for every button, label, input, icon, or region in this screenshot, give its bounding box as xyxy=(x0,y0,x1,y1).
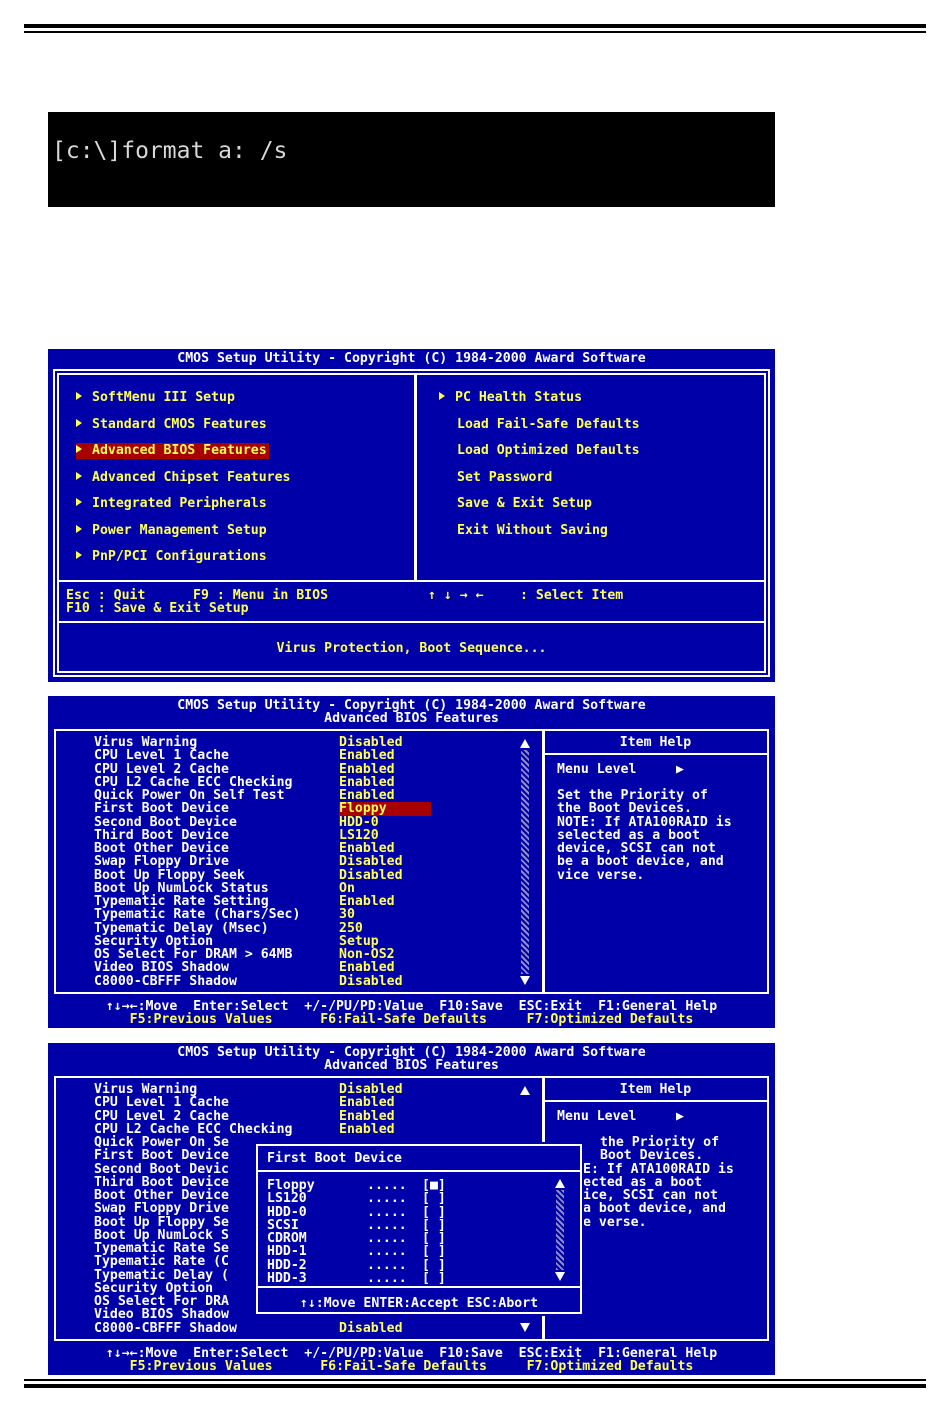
triangle-right-icon xyxy=(76,551,82,559)
menu-item-label: Advanced BIOS Features xyxy=(92,443,267,458)
menu-item-label: Load Fail-Safe Defaults xyxy=(457,416,640,432)
main-divider xyxy=(414,373,417,580)
setting-value[interactable]: Disabled xyxy=(339,974,403,989)
menu-item-integrated-peripherals[interactable]: Integrated Peripherals xyxy=(76,496,269,512)
first-boot-device-popup: First Boot Device Floppy..... [■] LS120...… xyxy=(256,1144,582,1314)
adv2-footer-2: F5:Previous Values F6:Fail-Safe Defaults… xyxy=(129,1359,694,1374)
main-hsep-1 xyxy=(57,580,766,582)
menu-item-softmenu-iii-setup[interactable]: SoftMenu III Setup xyxy=(76,390,237,406)
menu-item-advanced-chipset-features[interactable]: Advanced Chipset Features xyxy=(76,470,293,486)
triangle-right-icon xyxy=(76,392,82,400)
menu-description: Virus Protection, Boot Sequence... xyxy=(276,641,547,656)
adv2-subtitle: Advanced BIOS Features xyxy=(324,1058,499,1073)
popup-title-sep xyxy=(258,1170,580,1172)
adv-subtitle: Advanced BIOS Features xyxy=(324,711,499,726)
menu-item-label: Exit Without Saving xyxy=(457,522,608,538)
format-command: [c:\]format a: /s xyxy=(52,138,288,164)
menu-item-pc-health-status[interactable]: PC Health Status xyxy=(439,390,582,406)
scrollbar-track[interactable] xyxy=(521,750,529,974)
triangle-right-icon xyxy=(76,445,82,453)
menu-item-save-exit-setup[interactable]: Save & Exit Setup xyxy=(457,496,592,512)
scroll-down-arrow-icon[interactable] xyxy=(520,1323,530,1332)
menu-item-label: Integrated Peripherals xyxy=(92,496,267,511)
popup-scroll-down-arrow-icon[interactable] xyxy=(555,1272,565,1281)
menu-item-label: SoftMenu III Setup xyxy=(92,390,235,405)
bios-advanced-features: CMOS Setup Utility - Copyright (C) 1984-… xyxy=(48,696,775,1028)
scroll-up-arrow-icon[interactable] xyxy=(520,739,530,748)
item-help-title: Item Help xyxy=(619,1082,692,1097)
popup-scrollbar-track[interactable] xyxy=(556,1190,564,1270)
menu-level-arrow-icon: ▶ xyxy=(676,1109,684,1124)
dos-terminal: [c:\]format a: /s xyxy=(48,112,775,207)
keys-arrows: ↑ ↓ → ← xyxy=(428,588,484,603)
keys-line-1-right: : Select Item xyxy=(520,588,624,603)
top-rule-thick xyxy=(24,24,926,28)
menu-level-label: Menu Level xyxy=(557,1109,637,1124)
item-help-title: Item Help xyxy=(619,735,692,750)
bottom-rule-thin xyxy=(24,1379,926,1381)
setting-name: C8000-CBFFF Shadow xyxy=(94,973,237,989)
menu-item-power-management-setup[interactable]: Power Management Setup xyxy=(76,523,269,539)
menu-item-label: Set Password xyxy=(457,469,553,485)
scroll-down-arrow-icon[interactable] xyxy=(520,976,530,985)
adv2-help-sep xyxy=(544,1100,767,1102)
menu-item-label: Standard CMOS Features xyxy=(92,416,267,432)
option-label: HDD-3 xyxy=(267,1270,307,1286)
menu-level-arrow-icon: ▶ xyxy=(676,762,684,777)
help-line-partial: e verse. xyxy=(583,1214,647,1230)
menu-item-pnp-pci-configurations[interactable]: PnP/PCI Configurations xyxy=(76,549,269,565)
bios-advanced-features-popup: CMOS Setup Utility - Copyright (C) 1984-… xyxy=(48,1043,775,1375)
option-dots: ..... xyxy=(367,1270,407,1286)
bottom-rule-thick xyxy=(24,1384,926,1388)
bios-title: CMOS Setup Utility - Copyright (C) 1984-… xyxy=(177,351,646,366)
setting-name: C8000-CBFFF Shadow xyxy=(94,1320,237,1336)
triangle-right-icon xyxy=(76,524,82,533)
scroll-up-arrow-icon[interactable] xyxy=(520,1086,530,1095)
triangle-right-icon xyxy=(76,418,82,427)
popup-title: First Boot Device xyxy=(267,1151,402,1166)
menu-level-label: Menu Level xyxy=(557,762,637,777)
triangle-right-icon xyxy=(76,498,82,506)
setting-value[interactable]: Enabled xyxy=(339,1122,395,1137)
option-checkbox[interactable]: [ ] xyxy=(422,1271,446,1286)
help-line: vice verse. xyxy=(557,867,645,883)
menu-item-load-optimized-defaults[interactable]: Load Optimized Defaults xyxy=(457,443,640,459)
popup-scroll-up-arrow-icon[interactable] xyxy=(555,1179,565,1188)
triangle-right-icon xyxy=(76,471,82,480)
menu-item-label: Save & Exit Setup xyxy=(457,496,592,511)
popup-footer: ↑↓:Move ENTER:Accept ESC:Abort xyxy=(299,1296,539,1311)
adv-footer-2: F5:Previous Values F6:Fail-Safe Defaults… xyxy=(129,1012,694,1027)
menu-item-load-fail-safe-defaults[interactable]: Load Fail-Safe Defaults xyxy=(457,417,640,433)
menu-item-standard-cmos-features[interactable]: Standard CMOS Features xyxy=(76,417,269,433)
menu-item-exit-without-saving[interactable]: Exit Without Saving xyxy=(457,523,608,539)
menu-item-label: Load Optimized Defaults xyxy=(457,443,640,458)
top-rule-thin xyxy=(24,31,926,33)
menu-item-label: PC Health Status xyxy=(455,390,583,405)
menu-item-label: Advanced Chipset Features xyxy=(92,469,291,485)
adv-help-sep xyxy=(544,753,767,755)
bios-main-menu: CMOS Setup Utility - Copyright (C) 1984-… xyxy=(48,349,775,682)
popup-footer-sep xyxy=(258,1286,580,1288)
menu-item-label: Power Management Setup xyxy=(92,522,267,538)
triangle-right-icon xyxy=(439,392,445,400)
setting-value[interactable]: Disabled xyxy=(339,1321,403,1336)
menu-item-advanced-bios-features[interactable]: Advanced BIOS Features xyxy=(76,443,269,459)
menu-item-set-password[interactable]: Set Password xyxy=(457,470,552,486)
main-hsep-2 xyxy=(57,621,766,623)
menu-item-label: PnP/PCI Configurations xyxy=(92,549,267,564)
keys-line-2: F10 : Save & Exit Setup xyxy=(66,601,249,616)
